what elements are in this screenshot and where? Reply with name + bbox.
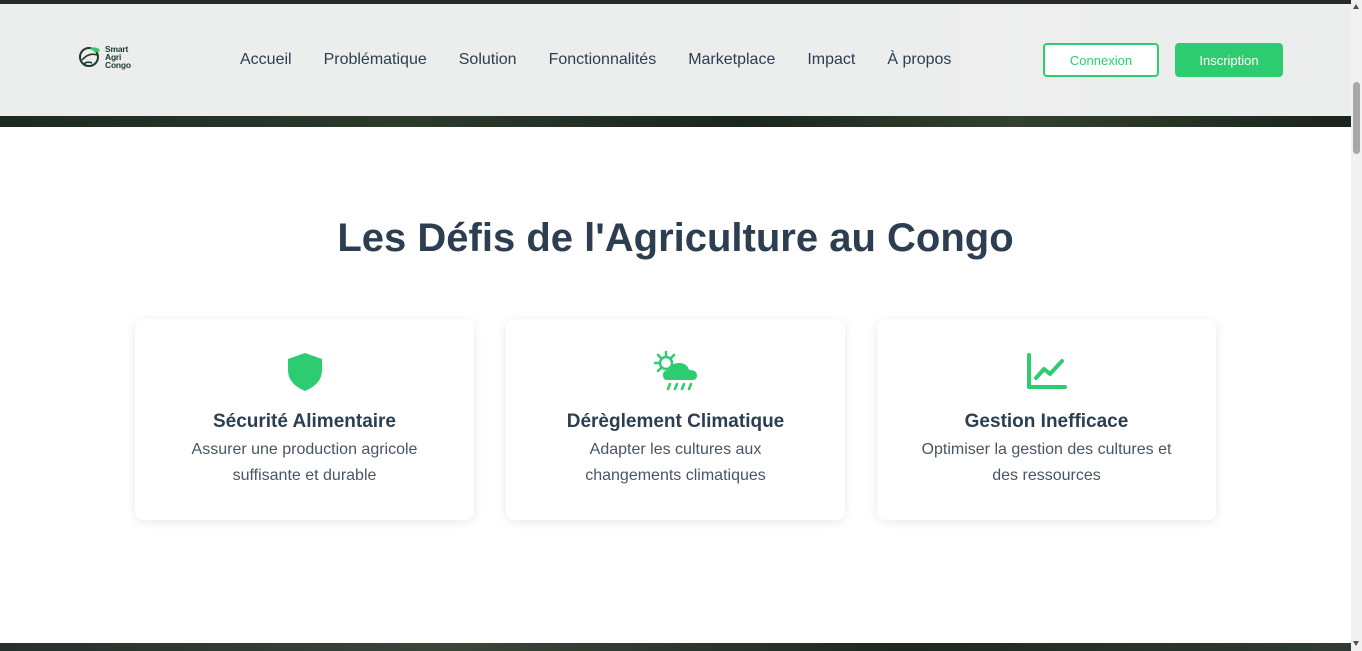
nav-item-problematique[interactable]: Problématique <box>324 51 427 69</box>
next-section-background <box>0 643 1351 651</box>
scrollbar-thumb[interactable] <box>1353 82 1360 154</box>
sun-rain-cloud-icon <box>653 350 697 391</box>
leaf-globe-icon <box>79 47 100 67</box>
nav-item-marketplace[interactable]: Marketplace <box>688 51 775 69</box>
card-icon-wrap <box>877 349 1216 395</box>
card-title: Sécurité Alimentaire <box>212 411 397 432</box>
nav-item-a-propos[interactable]: À propos <box>887 51 951 69</box>
nav-item-solution[interactable]: Solution <box>459 51 517 69</box>
challenge-card-climate: Dérèglement Climatique Adapter les cultu… <box>506 319 845 520</box>
card-icon-wrap <box>135 349 474 395</box>
nav-item-impact[interactable]: Impact <box>807 51 855 69</box>
signup-button[interactable]: Inscription <box>1175 43 1283 77</box>
challenge-card-food-security: Sécurité Alimentaire Assurer une product… <box>135 319 474 520</box>
logo-line: Congo <box>105 60 131 70</box>
nav-item-accueil[interactable]: Accueil <box>240 51 292 69</box>
navbar: Smart Agri Congo Accueil Problématique S… <box>0 4 1351 116</box>
card-title: Gestion Inefficace <box>964 411 1129 432</box>
logo[interactable]: Smart Agri Congo <box>78 44 131 70</box>
scrollbar[interactable] <box>1351 0 1362 651</box>
card-title: Dérèglement Climatique <box>566 411 785 432</box>
card-description: Adapter les cultures aux changements cli… <box>585 441 766 484</box>
page-viewport: Smart Agri Congo Accueil Problématique S… <box>0 0 1351 651</box>
card-description: Assurer une production agricole suffisan… <box>191 441 418 484</box>
nav-item-fonctionnalites[interactable]: Fonctionnalités <box>549 51 657 69</box>
challenge-card-management: Gestion Inefficace Optimiser la gestion … <box>877 319 1216 520</box>
main-nav: Accueil Problématique Solution Fonctionn… <box>240 51 951 69</box>
logo-text: Smart Agri Congo <box>105 45 131 70</box>
shield-icon <box>287 353 322 391</box>
scroll-down-arrow-icon[interactable] <box>1353 641 1359 646</box>
section-title: Les Défis de l'Agriculture au Congo <box>337 216 1014 260</box>
card-description: Optimiser la gestion des cultures et des… <box>921 441 1172 484</box>
scroll-up-arrow-icon[interactable] <box>1353 4 1359 9</box>
login-button[interactable]: Connexion <box>1043 43 1159 77</box>
card-icon-wrap <box>506 349 845 395</box>
line-chart-icon <box>1026 353 1067 389</box>
